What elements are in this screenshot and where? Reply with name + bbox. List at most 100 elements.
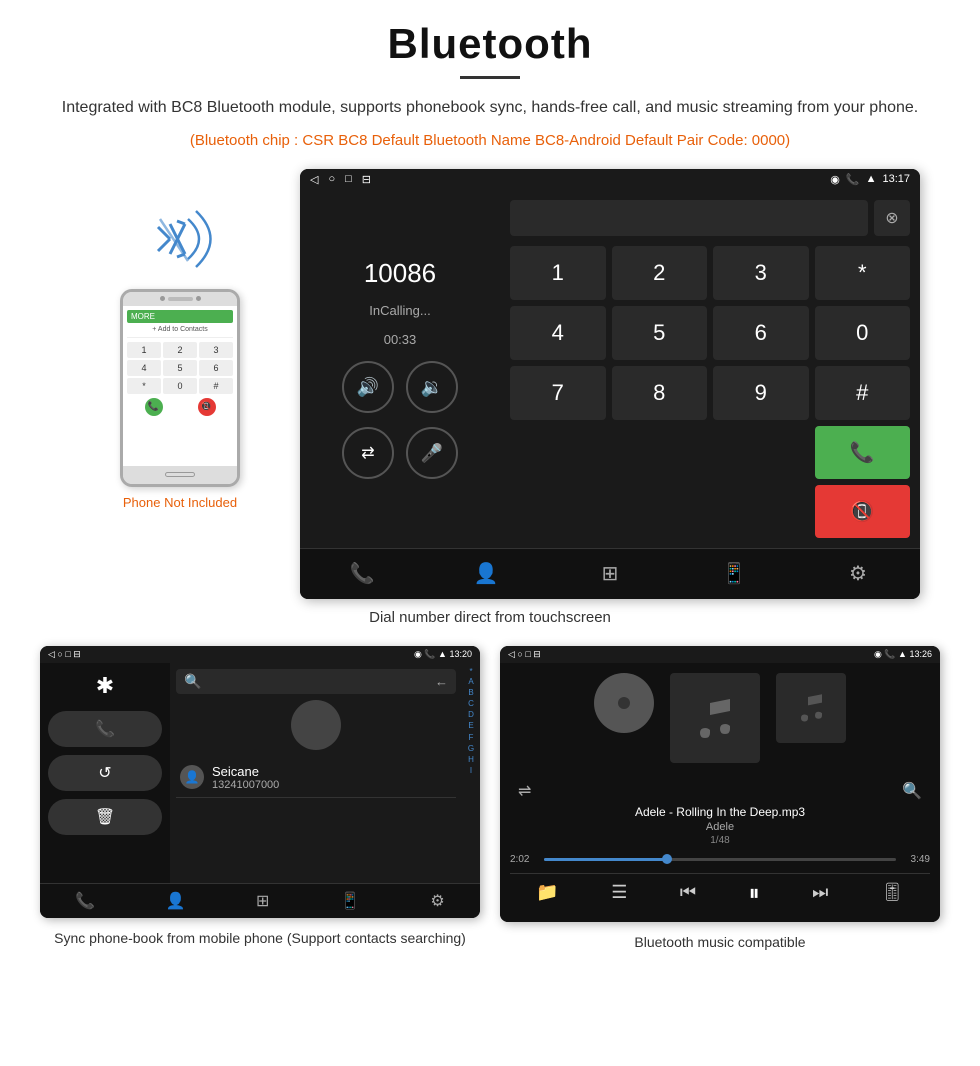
contacts-nav-4[interactable]: 📱 — [340, 891, 360, 911]
alpha-g[interactable]: G — [464, 743, 478, 754]
call-button[interactable]: 📞 — [815, 426, 911, 479]
home-nav-icon[interactable]: ○ — [328, 173, 335, 186]
volume-down-button[interactable]: 🔉 — [406, 361, 458, 413]
media-nav-icon[interactable]: ⊟ — [362, 173, 371, 186]
key-5[interactable]: 5 — [612, 306, 708, 360]
key-star[interactable]: * — [815, 246, 911, 300]
contacts-nav-1[interactable]: 📞 — [75, 891, 95, 911]
phone-key-star[interactable]: * — [127, 378, 161, 394]
equalizer-icon[interactable]: 🎚 — [881, 882, 904, 903]
alpha-d[interactable]: D — [464, 709, 478, 720]
phone-key-hash[interactable]: # — [199, 378, 233, 394]
status-bar-left: ◁ ○ □ ⊟ — [310, 173, 371, 186]
contacts-sync-button[interactable]: ↺ — [48, 755, 162, 791]
playlist-icon[interactable]: ☰ — [611, 882, 627, 903]
search-icon: 🔍 — [184, 673, 201, 690]
nav-calls-icon[interactable]: 📞 — [342, 559, 382, 589]
phone-side: MORE + Add to Contacts 1 2 3 4 5 6 * 0 # — [60, 169, 300, 510]
progress-track[interactable] — [544, 858, 896, 861]
phone-end-button[interactable]: 📵 — [198, 398, 216, 416]
contacts-call-button[interactable]: 📞 — [48, 711, 162, 747]
key-4[interactable]: 4 — [510, 306, 606, 360]
nav-settings-icon[interactable]: ⚙ — [838, 559, 878, 589]
recents-nav-icon[interactable]: □ — [345, 173, 352, 186]
folder-icon[interactable]: 📁 — [536, 882, 558, 903]
contacts-nav-2[interactable]: 👤 — [166, 891, 186, 911]
contacts-back-arrow[interactable]: ← — [435, 674, 448, 689]
mute-button[interactable]: 🎤 — [406, 427, 458, 479]
alpha-i[interactable]: I — [464, 765, 478, 776]
prev-track-button[interactable]: ⏮ — [680, 882, 696, 903]
alpha-c[interactable]: C — [464, 698, 478, 709]
back-nav-icon[interactable]: ◁ — [310, 173, 318, 186]
contacts-delete-button[interactable]: 🗑 — [48, 799, 162, 835]
dialer-backspace-button[interactable]: ⊗ — [874, 200, 910, 236]
phone-screen: MORE + Add to Contacts 1 2 3 4 5 6 * 0 # — [123, 306, 237, 466]
contacts-caption: Sync phone-book from mobile phone (Suppo… — [40, 928, 480, 949]
alpha-h[interactable]: H — [464, 754, 478, 765]
transfer-button[interactable]: ⇄ — [342, 427, 394, 479]
alpha-e[interactable]: E — [464, 720, 478, 731]
contacts-bottom-nav: 📞 👤 ⊞ 📱 ⚙ — [40, 883, 480, 918]
end-call-button[interactable]: 📵 — [815, 485, 911, 538]
contact-avatar: 👤 — [180, 765, 204, 789]
dialer-call-status: InCalling... — [369, 303, 430, 318]
phone-key-1[interactable]: 1 — [127, 342, 161, 358]
phone-key-6[interactable]: 6 — [199, 360, 233, 376]
search-music-icon[interactable]: 🔍 — [902, 781, 922, 801]
key-8[interactable]: 8 — [612, 366, 708, 420]
music-album-row — [594, 673, 846, 763]
nav-dialpad-icon[interactable]: ⊞ — [590, 559, 630, 589]
shuffle-icon[interactable]: ⇌ — [518, 781, 531, 801]
phone-key-5[interactable]: 5 — [163, 360, 197, 376]
dialer-input-row: ⊗ — [510, 200, 910, 236]
phone-bottom-row: 📞 📵 — [127, 398, 233, 416]
nav-phone-icon[interactable]: 📱 — [714, 559, 754, 589]
key-6[interactable]: 6 — [713, 306, 809, 360]
alpha-f[interactable]: F — [464, 732, 478, 743]
alpha-b[interactable]: B — [464, 687, 478, 698]
volume-up-button[interactable]: 🔊 — [342, 361, 394, 413]
key-hash[interactable]: # — [815, 366, 911, 420]
dialer-input-field[interactable] — [510, 200, 868, 236]
phone-key-2[interactable]: 2 — [163, 342, 197, 358]
orange-info-text: (Bluetooth chip : CSR BC8 Default Blueto… — [40, 129, 940, 153]
key-9[interactable]: 9 — [713, 366, 809, 420]
status-time: 13:17 — [882, 173, 910, 185]
phone-key-0[interactable]: 0 — [163, 378, 197, 394]
play-pause-button[interactable]: ⏸ — [749, 880, 760, 906]
contact-name: Seicane — [212, 764, 279, 779]
contact-list-item[interactable]: 👤 Seicane 13241007000 — [176, 758, 456, 798]
contacts-nav-3[interactable]: ⊞ — [256, 891, 269, 911]
nav-contacts-icon[interactable]: 👤 — [466, 559, 506, 589]
phone-not-included-label: Phone Not Included — [123, 495, 237, 510]
dialer-bottom-nav: 📞 👤 ⊞ 📱 ⚙ — [300, 548, 920, 599]
contacts-screen-container: ◁ ○ □ ⊟ ◉ 📞 ▲ 13:20 ✱ 📞 ↺ 🗑 🔍 — [40, 646, 480, 953]
dialer-caption: Dial number direct from touchscreen — [40, 609, 940, 626]
key-3[interactable]: 3 — [713, 246, 809, 300]
phone-key-4[interactable]: 4 — [127, 360, 161, 376]
contacts-sidebar: ✱ 📞 ↺ 🗑 — [40, 663, 170, 883]
dialer-status-bar: ◁ ○ □ ⊟ ◉ 📞 ▲ 13:17 — [300, 169, 920, 190]
title-divider — [460, 76, 520, 79]
key-1[interactable]: 1 — [510, 246, 606, 300]
phone-call-button[interactable]: 📞 — [145, 398, 163, 416]
alpha-a[interactable]: A — [464, 676, 478, 687]
phone-key-3[interactable]: 3 — [199, 342, 233, 358]
contacts-search-bar: 🔍 ← — [176, 669, 456, 694]
key-7[interactable]: 7 — [510, 366, 606, 420]
page-container: Bluetooth Integrated with BC8 Bluetooth … — [0, 0, 980, 1003]
progress-thumb[interactable] — [662, 854, 672, 864]
key-2[interactable]: 2 — [612, 246, 708, 300]
phone-home-button[interactable] — [165, 472, 195, 477]
dialer-content: 10086 InCalling... 00:33 🔊 🔉 ⇄ 🎤 — [300, 190, 920, 548]
music-status-bar: ◁ ○ □ ⊟ ◉ 📞 ▲ 13:26 — [500, 646, 940, 663]
contact-info: Seicane 13241007000 — [212, 764, 279, 791]
contacts-nav-5[interactable]: ⚙ — [430, 891, 444, 911]
next-track-button[interactable]: ⏭ — [812, 882, 828, 903]
phone-camera-dot — [160, 296, 165, 301]
alpha-star[interactable]: * — [464, 667, 478, 676]
key-0[interactable]: 0 — [815, 306, 911, 360]
contacts-content: ✱ 📞 ↺ 🗑 🔍 ← — [40, 663, 480, 883]
time-total: 3:49 — [902, 854, 930, 865]
